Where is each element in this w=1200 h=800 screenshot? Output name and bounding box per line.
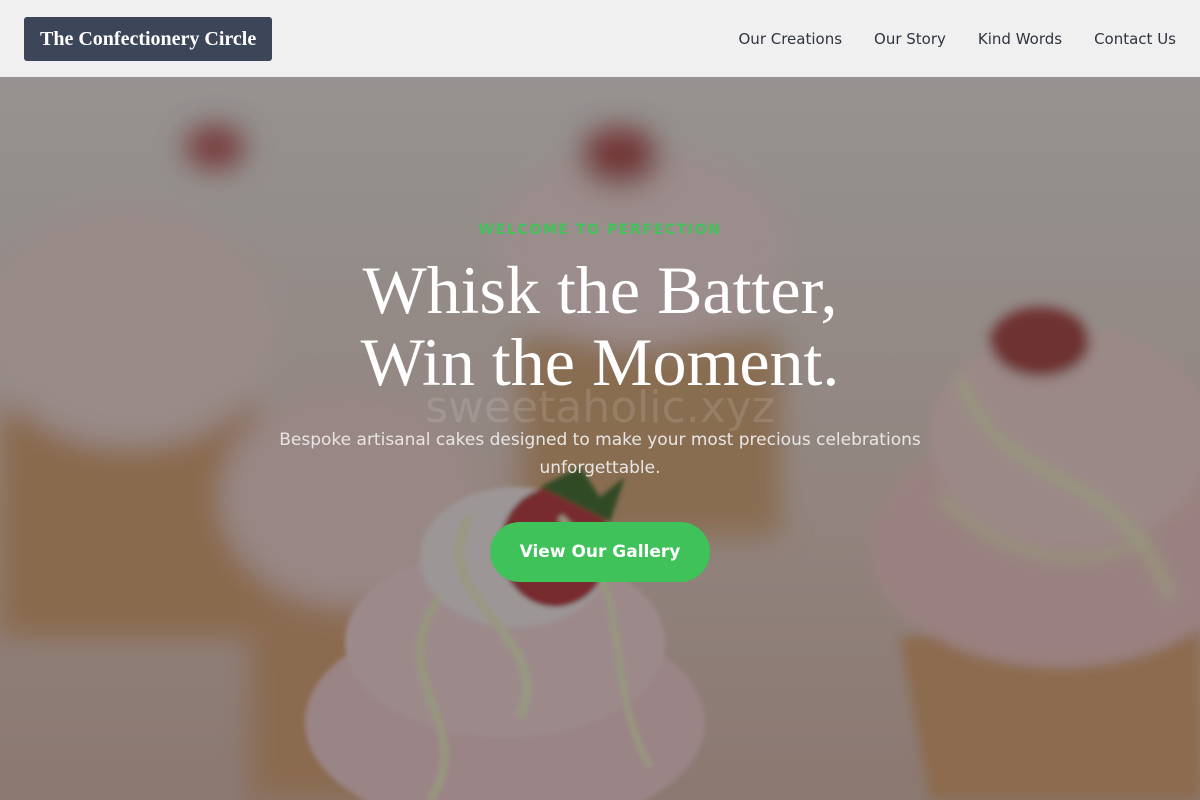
hero-subheadline: Bespoke artisanal cakes designed to make… [279, 430, 921, 478]
hero-headline-line-1: Whisk the Batter, [362, 252, 838, 328]
hero-headline: Whisk the Batter, Win the Moment. [220, 254, 980, 398]
nav-link-our-story[interactable]: Our Story [874, 30, 946, 48]
nav-link-our-creations[interactable]: Our Creations [739, 30, 843, 48]
hero-headline-line-2: Win the Moment. [360, 324, 840, 400]
view-gallery-button[interactable]: View Our Gallery [490, 522, 710, 582]
site-header: The Confectionery Circle Our Creations O… [0, 0, 1200, 77]
nav-link-kind-words[interactable]: Kind Words [978, 30, 1062, 48]
hero-content: WELCOME TO PERFECTION Whisk the Batter, … [0, 77, 1200, 800]
hero-section: sweetaholic.xyz WELCOME TO PERFECTION Wh… [0, 77, 1200, 800]
hero-eyebrow: WELCOME TO PERFECTION [478, 222, 722, 238]
main-nav: Our Creations Our Story Kind Words Conta… [739, 30, 1177, 48]
nav-link-contact-us[interactable]: Contact Us [1094, 30, 1176, 48]
site-logo[interactable]: The Confectionery Circle [24, 16, 273, 61]
